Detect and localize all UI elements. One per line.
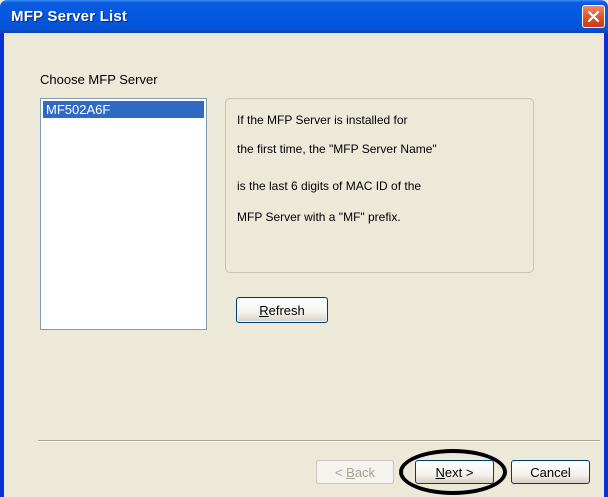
window-frame-right [604, 33, 608, 497]
window-title: MFP Server List [11, 8, 128, 25]
back-button[interactable]: < Back [316, 460, 394, 484]
close-button[interactable] [582, 5, 605, 28]
server-listbox[interactable]: MF502A6F [40, 98, 207, 330]
info-text-line-1: If the MFP Server is installed for [237, 113, 408, 127]
close-icon [587, 10, 600, 23]
info-text-line-2: the first time, the "MFP Server Name" [237, 142, 437, 156]
dialog-window: MFP Server List Choose MFP Server MF502A… [0, 0, 608, 497]
window-frame-left [0, 33, 4, 497]
refresh-button[interactable]: Refresh [236, 297, 328, 323]
cancel-button-label: Cancel [530, 464, 571, 480]
info-panel: If the MFP Server is installed for the f… [225, 98, 534, 273]
info-text-line-3: is the last 6 digits of MAC ID of the [237, 179, 422, 193]
footer-separator [38, 440, 600, 442]
title-bar[interactable]: MFP Server List [0, 0, 608, 33]
cancel-button[interactable]: Cancel [511, 460, 590, 484]
next-button-label: Next > [435, 464, 474, 480]
server-list-item-selected[interactable]: MF502A6F [43, 101, 204, 118]
back-button-label: < Back [334, 464, 376, 480]
info-text-line-4: MFP Server with a "MF" prefix. [237, 210, 401, 224]
refresh-button-label: Refresh [259, 302, 305, 318]
choose-server-label: Choose MFP Server [40, 72, 158, 87]
next-button[interactable]: Next > [415, 460, 494, 484]
